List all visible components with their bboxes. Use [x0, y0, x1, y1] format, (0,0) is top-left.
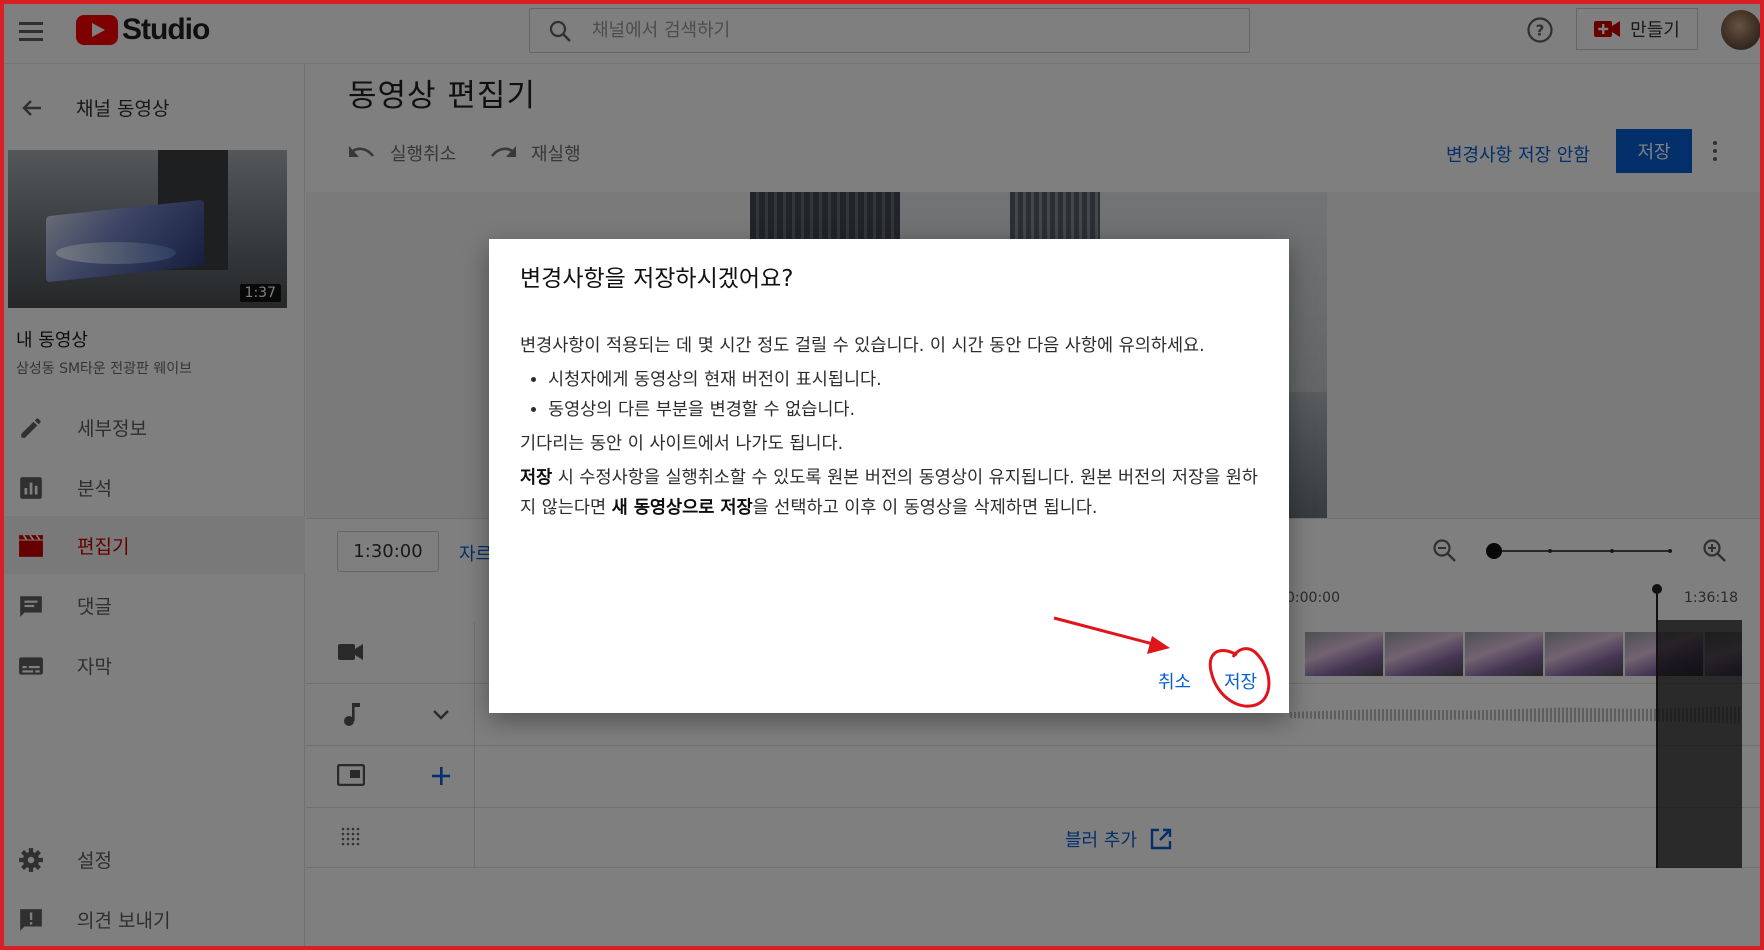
save-changes-dialog: 변경사항을 저장하시겠어요? 변경사항이 적용되는 데 몇 시간 정도 걸릴 수… [489, 239, 1289, 713]
note-text: 을 선택하고 이후 이 동영상을 삭제하면 됩니다. [752, 498, 1098, 518]
dialog-intro: 변경사항이 적용되는 데 몇 시간 정도 걸릴 수 있습니다. 이 시간 동안 … [520, 336, 1205, 356]
dialog-bullet: 동영상의 다른 부분을 변경할 수 없습니다. [548, 395, 1260, 425]
dialog-save-note: 저장 시 수정사항을 실행취소할 수 있도록 원본 버전의 동영상이 유지됩니다… [520, 463, 1260, 523]
dialog-cancel-button[interactable]: 취소 [1158, 668, 1191, 694]
dialog-bullet: 시청자에게 동영상의 현재 버전이 표시됩니다. [548, 365, 1260, 395]
note-bold-save: 저장 [520, 468, 553, 488]
note-bold-save-as-new: 새 동영상으로 저장 [611, 498, 753, 518]
dialog-save-button[interactable]: 저장 [1224, 668, 1257, 694]
dialog-body: 변경사항이 적용되는 데 몇 시간 정도 걸릴 수 있습니다. 이 시간 동안 … [520, 331, 1260, 527]
dialog-title: 변경사항을 저장하시겠어요? [520, 266, 794, 292]
dialog-bullet-list: 시청자에게 동영상의 현재 버전이 표시됩니다. 동영상의 다른 부분을 변경할… [548, 365, 1260, 425]
dialog-leave-note: 기다리는 동안 이 사이트에서 나가도 됩니다. [520, 434, 844, 454]
